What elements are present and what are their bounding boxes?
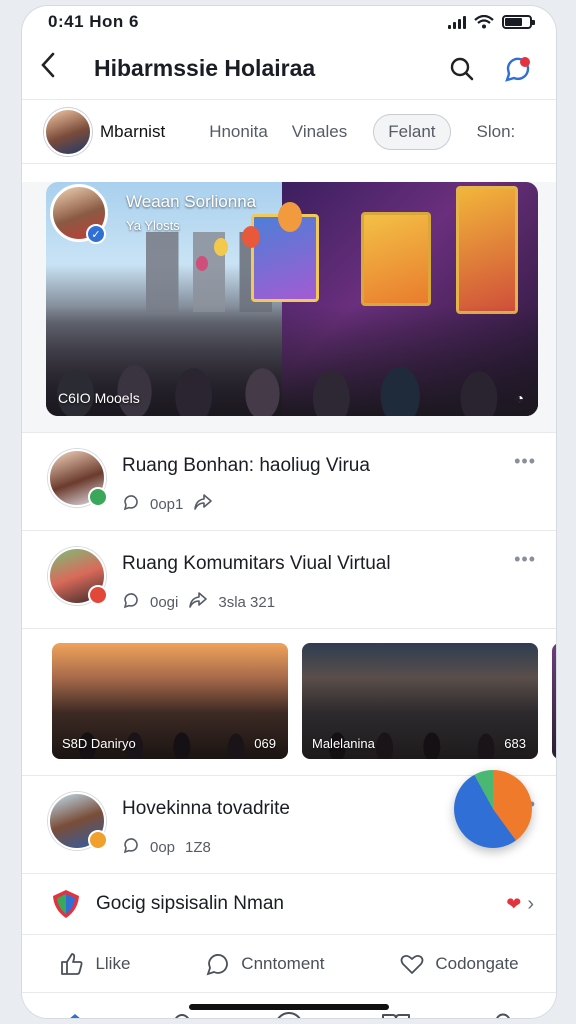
- comment-count: 0op1: [150, 496, 184, 513]
- avatar: [48, 792, 108, 850]
- group-title: Gocig sipsisalin Nman: [96, 893, 284, 914]
- phone-screen: 0:41 Hon 6 Hibarmssie Holairaa Mbarnist …: [22, 6, 556, 1018]
- balloon-image: [214, 238, 228, 256]
- back-button[interactable]: [40, 52, 76, 85]
- status-badge: [88, 585, 108, 605]
- more-options-icon[interactable]: •••: [514, 451, 536, 472]
- comment-icon: [122, 591, 140, 614]
- verified-icon: ✓: [86, 224, 106, 244]
- media-thumbnail[interactable]: Malelanina 683: [302, 643, 538, 759]
- comment-icon: [206, 953, 229, 975]
- stage-banner-image: [456, 186, 519, 314]
- tab-mbarnist[interactable]: Mbarnist: [98, 114, 177, 150]
- status-icons: [448, 15, 535, 29]
- avatar: [48, 547, 108, 605]
- wifi-icon: [474, 15, 494, 29]
- balloon-image: [196, 256, 208, 271]
- list-item-meta: 0ogi 3sla 321: [122, 591, 538, 614]
- like-label: Llike: [95, 953, 131, 973]
- tab-hnonita[interactable]: Hnonita: [197, 114, 280, 150]
- list-item-body: Ruang Bonhan: haoliug Virua 0op1: [122, 449, 538, 516]
- like-button[interactable]: Llike: [59, 951, 130, 977]
- more-icon[interactable]: ◔: [516, 390, 524, 406]
- shield-icon: [53, 890, 79, 918]
- tab-slon[interactable]: Slon:: [465, 114, 528, 150]
- donate-label: Codongate: [435, 953, 519, 973]
- page-title: Hibarmssie Holairaa: [94, 55, 316, 81]
- person-icon: [175, 1014, 190, 1018]
- notifications-button[interactable]: [498, 49, 538, 89]
- share-icon[interactable]: [193, 493, 213, 516]
- balloon-image: [278, 202, 302, 232]
- home-indicator: [189, 1004, 389, 1010]
- tab-felant[interactable]: Felant: [373, 113, 451, 150]
- signal-icon: [448, 15, 466, 29]
- donate-button[interactable]: Codongate: [399, 951, 519, 977]
- event-title: Weaan Sorlionna: [126, 192, 257, 211]
- comment-count: 0op: [150, 839, 176, 856]
- list-item[interactable]: Ruang Komumitars Viual Virtual 0ogi 3sla…: [22, 531, 556, 629]
- comment-label: Cnntoment: [241, 953, 325, 973]
- comment-icon: [122, 836, 140, 859]
- heart-outline-icon: [400, 954, 424, 974]
- clock-icon: [277, 1012, 301, 1018]
- thumbnail-label: Malelanina: [312, 736, 375, 751]
- comment-count: 0ogi: [150, 594, 179, 611]
- home-icon: [70, 1014, 81, 1018]
- thumbnail-label: S8D Daniryo: [62, 736, 136, 751]
- user-icon: [495, 1013, 510, 1018]
- category-tabs: Mbarnist Hnonita Vinales Felant Slon:: [22, 100, 556, 164]
- nav-account[interactable]: [483, 1006, 523, 1018]
- feed: ✓ Weaan Sorlionna Ya Ylosts C6IO Mooels …: [22, 182, 556, 1018]
- list-item-title: Ruang Bonhan: haoliug Virua: [122, 455, 370, 476]
- media-thumbnail[interactable]: [552, 643, 556, 759]
- chevron-left-icon: [41, 52, 55, 78]
- book-icon: [381, 1014, 410, 1018]
- status-bar: 0:41 Hon 6: [22, 6, 556, 38]
- comment-icon: [122, 493, 140, 516]
- status-badge: [88, 830, 108, 850]
- event-subtitle: Ya Ylosts: [126, 218, 180, 233]
- floating-action-button[interactable]: [454, 770, 532, 848]
- thumbnail-count: 069: [254, 736, 276, 751]
- nav-home[interactable]: [55, 1006, 95, 1018]
- search-icon: [450, 57, 474, 80]
- action-bar: Llike Cnntoment Codongate: [22, 935, 556, 993]
- share-count: 3sla 321: [218, 594, 276, 611]
- profile-avatar[interactable]: [44, 107, 92, 156]
- list-item[interactable]: Ruang Bonhan: haoliug Virua 0op1 •••: [22, 432, 556, 531]
- avatar: [48, 449, 108, 507]
- group-suggestion-row[interactable]: Gocig sipsisalin Nman ❤ ›: [22, 874, 556, 935]
- share-icon[interactable]: [188, 591, 208, 614]
- tab-vinales[interactable]: Vinales: [280, 114, 359, 150]
- app-header: Hibarmssie Holairaa: [22, 38, 556, 100]
- search-button[interactable]: [442, 49, 482, 89]
- list-item-title: Ruang Komumitars Viual Virtual: [122, 553, 391, 574]
- balloon-image: [242, 226, 260, 248]
- status-time: 0:41 Hon 6: [48, 12, 139, 31]
- chevron-right-icon[interactable]: ›: [527, 893, 534, 916]
- thumbnail-count: 683: [504, 736, 526, 751]
- media-carousel: S8D Daniryo 069 Malelanina 683: [22, 629, 556, 776]
- status-badge: [88, 487, 108, 507]
- heart-icon[interactable]: ❤: [506, 894, 521, 915]
- event-caption: C6IO Mooels: [58, 390, 140, 406]
- list-item-meta: 0op1: [122, 493, 538, 516]
- more-options-icon[interactable]: •••: [514, 549, 536, 570]
- featured-event-card[interactable]: ✓ Weaan Sorlionna Ya Ylosts C6IO Mooels …: [46, 182, 538, 416]
- thumbs-up-icon: [61, 952, 83, 975]
- battery-icon: [502, 15, 535, 29]
- chat-bubble-icon: [505, 56, 530, 82]
- comment-button[interactable]: Cnntoment: [205, 951, 324, 977]
- list-item-body: Ruang Komumitars Viual Virtual 0ogi 3sla…: [122, 547, 538, 614]
- share-count: 1Z8: [185, 839, 211, 856]
- media-thumbnail[interactable]: S8D Daniryo 069: [52, 643, 288, 759]
- stage-poster-image: [360, 212, 431, 306]
